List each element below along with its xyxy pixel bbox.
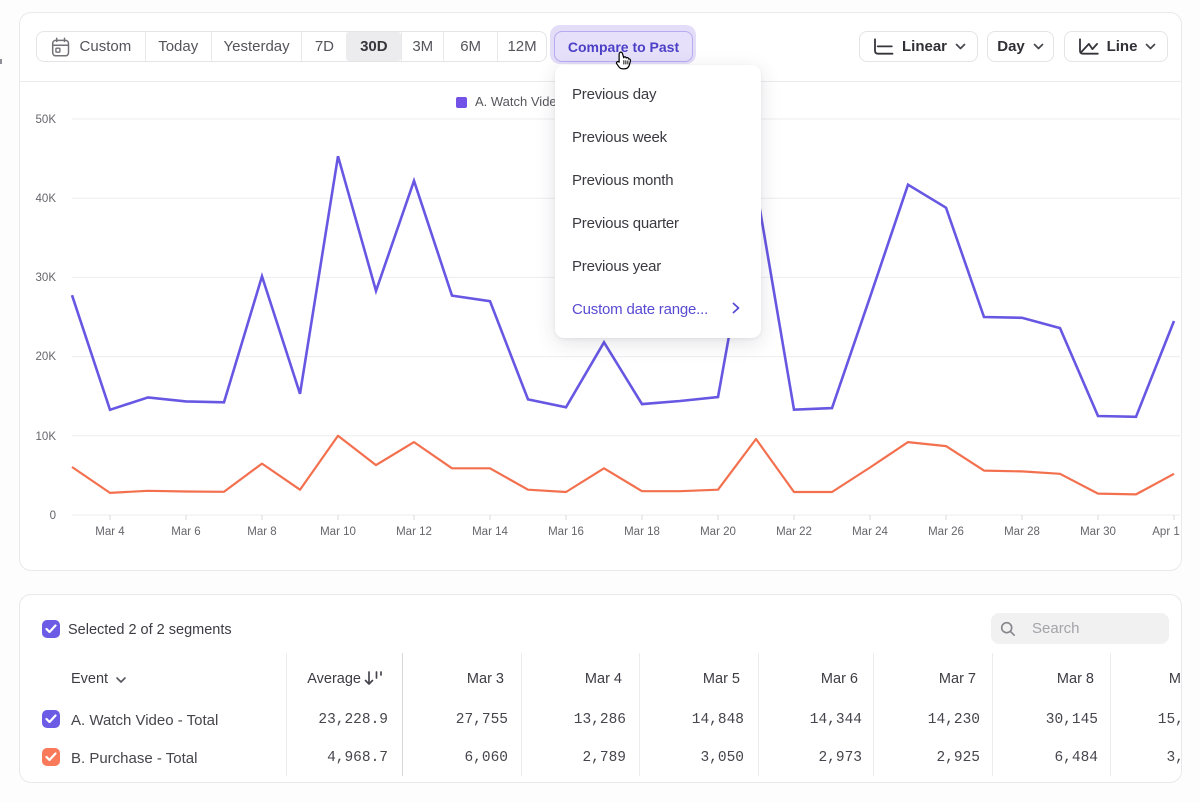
svg-text:Mar 26: Mar 26 xyxy=(928,526,964,538)
svg-text:Mar 4: Mar 4 xyxy=(95,526,125,538)
svg-text:40K: 40K xyxy=(36,193,57,205)
svg-text:Mar 12: Mar 12 xyxy=(396,526,432,538)
svg-text:Mar 24: Mar 24 xyxy=(852,526,888,538)
svg-text:Mar 30: Mar 30 xyxy=(1080,526,1116,538)
svg-text:20K: 20K xyxy=(36,351,57,363)
svg-text:Mar 6: Mar 6 xyxy=(171,526,200,538)
svg-text:Apr 1: Apr 1 xyxy=(1152,526,1180,538)
svg-text:Mar 22: Mar 22 xyxy=(776,526,812,538)
svg-text:30K: 30K xyxy=(36,272,57,284)
svg-text:Mar 28: Mar 28 xyxy=(1004,526,1040,538)
svg-text:10K: 10K xyxy=(36,431,57,443)
svg-text:Mar 16: Mar 16 xyxy=(548,526,584,538)
svg-text:Mar 8: Mar 8 xyxy=(247,526,276,538)
svg-text:Mar 18: Mar 18 xyxy=(624,526,660,538)
svg-text:0: 0 xyxy=(50,510,56,522)
svg-text:Mar 14: Mar 14 xyxy=(472,526,508,538)
svg-text:Mar 20: Mar 20 xyxy=(700,526,736,538)
svg-text:50K: 50K xyxy=(36,114,57,126)
svg-text:Mar 10: Mar 10 xyxy=(320,526,356,538)
